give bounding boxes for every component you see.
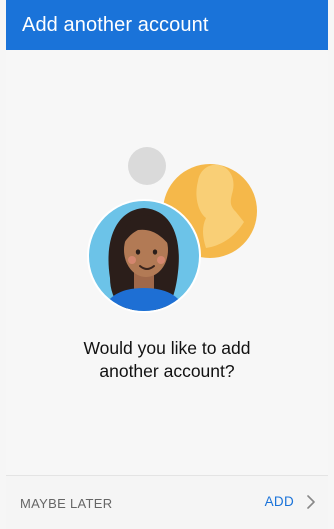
app-bar: Add another account (6, 0, 328, 50)
add-account-screen: Add another account Would you like to ad… (0, 0, 334, 529)
accounts-illustration (87, 147, 257, 313)
user-avatar (87, 199, 201, 313)
content-area: Would you like to add another account? (6, 50, 328, 475)
prompt-line-2: another account? (99, 361, 235, 381)
prompt-line-1: Would you like to add (83, 338, 251, 358)
chevron-right-icon (307, 494, 315, 509)
placeholder-circle (128, 147, 166, 185)
footer-actions: MAYBE LATER ADD (6, 475, 328, 529)
add-account-prompt: Would you like to add another account? (6, 337, 328, 383)
maybe-later-button[interactable]: MAYBE LATER (20, 496, 112, 511)
page-title: Add another account (22, 13, 209, 36)
add-button-label: ADD (264, 494, 294, 509)
add-button[interactable]: ADD (265, 494, 316, 509)
